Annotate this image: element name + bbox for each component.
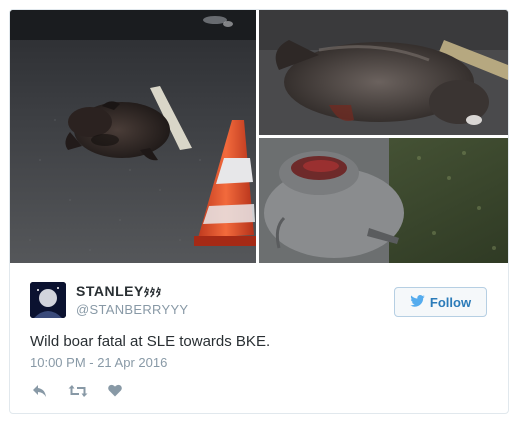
tweet-actions	[32, 383, 122, 403]
heart-icon[interactable]	[108, 384, 122, 402]
follow-button-label: Follow	[429, 294, 472, 310]
tweet-card: STANLEYﾀﾀﾀ @STANBERRYYY Follow Wild boar…	[9, 9, 509, 414]
tweet-photo-3[interactable]	[259, 138, 508, 263]
tweet-text: Wild boar fatal at SLE towards BKE.	[30, 333, 271, 350]
author-display-name[interactable]: STANLEYﾀﾀﾀ	[76, 283, 162, 300]
tweet-author-row: STANLEYﾀﾀﾀ @STANBERRYYY Follow	[10, 263, 508, 323]
retweet-icon[interactable]	[68, 384, 88, 403]
tweet-media-grid	[10, 10, 508, 263]
avatar[interactable]	[30, 282, 66, 318]
tweet-photo-1[interactable]	[10, 10, 256, 263]
twitter-bird-icon	[410, 294, 425, 310]
tweet-timestamp[interactable]: 10:00 PM - 21 Apr 2016	[30, 355, 167, 370]
author-name-glyph: ﾀﾀﾀ	[143, 287, 162, 299]
author-handle[interactable]: @STANBERRYYY	[76, 302, 188, 317]
author-name-text: STANLEY	[76, 283, 144, 299]
reply-icon[interactable]	[32, 384, 48, 403]
follow-button[interactable]: Follow	[394, 287, 487, 317]
tweet-photo-2[interactable]	[259, 10, 508, 135]
